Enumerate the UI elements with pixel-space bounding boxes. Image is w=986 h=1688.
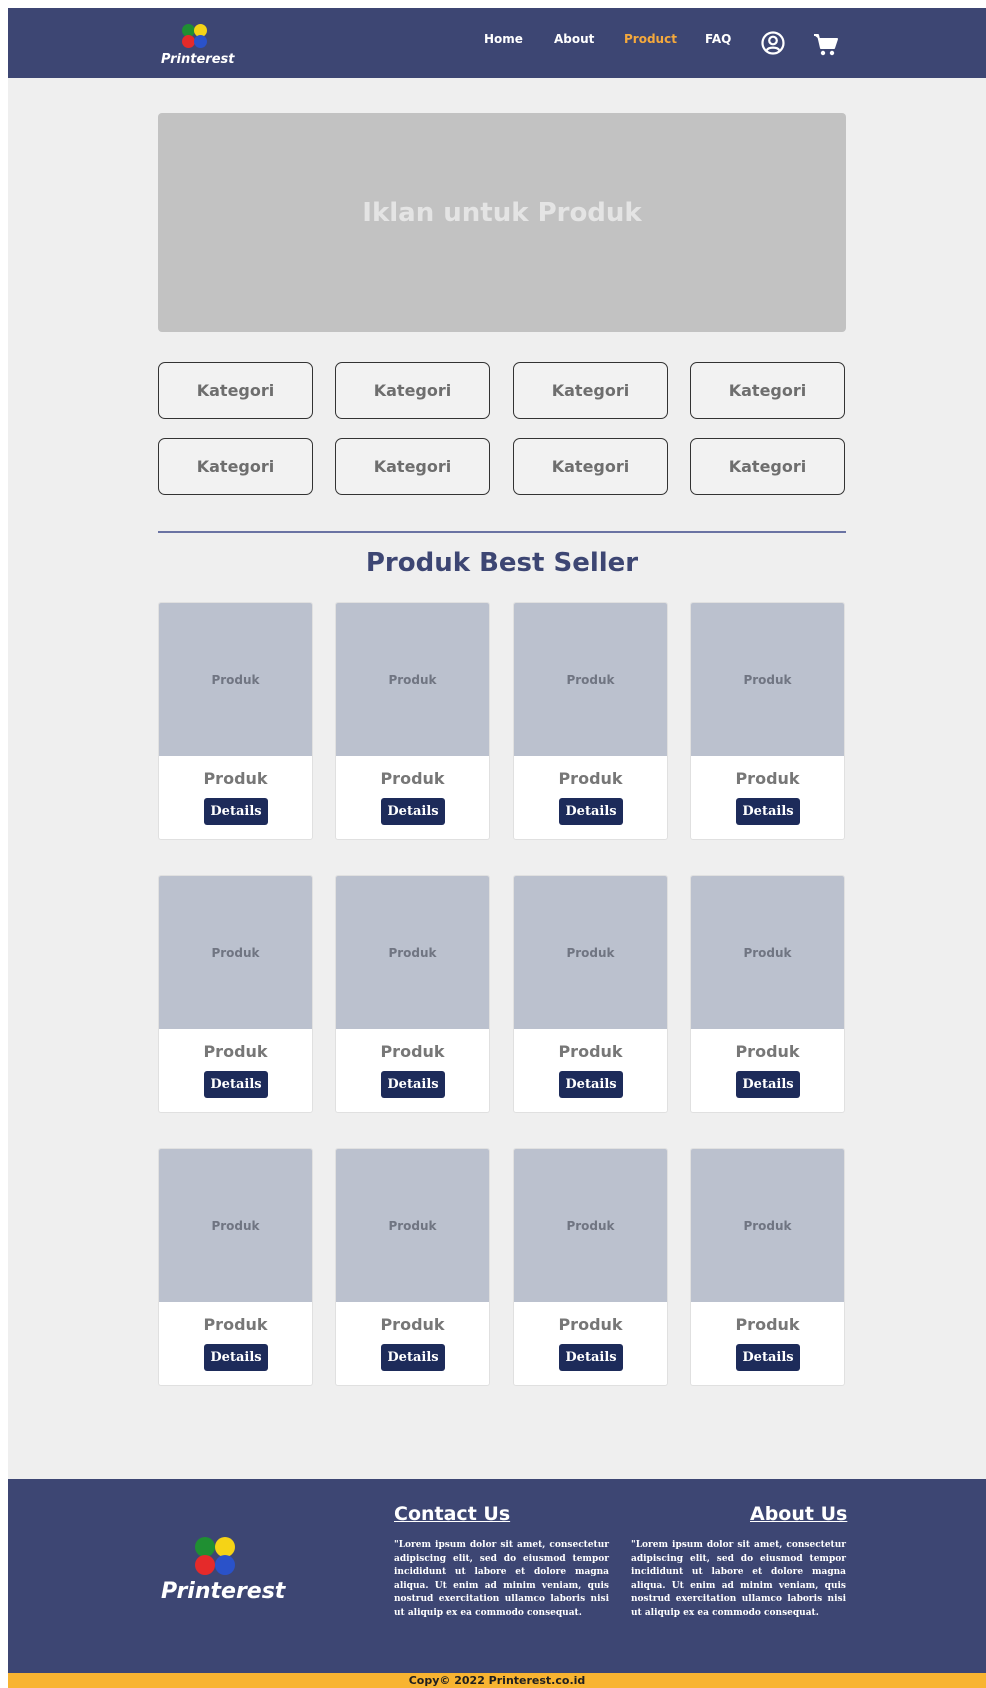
details-button[interactable]: Details (736, 1071, 800, 1098)
logo-dot-green (195, 1537, 215, 1557)
nav-link-about[interactable]: About (554, 32, 594, 46)
product-card: Produk Produk Details (335, 602, 490, 840)
ad-banner[interactable]: Iklan untuk Produk (158, 113, 846, 332)
footer: Printerest Contact Us "Lorem ipsum dolor… (8, 1479, 986, 1673)
product-name: Produk (380, 1042, 445, 1061)
details-button[interactable]: Details (736, 798, 800, 825)
details-button[interactable]: Details (381, 1071, 445, 1098)
cart-icon[interactable] (813, 32, 839, 58)
product-card: Produk Produk Details (158, 875, 313, 1113)
details-button[interactable]: Details (736, 1344, 800, 1371)
details-button[interactable]: Details (559, 1344, 623, 1371)
product-image[interactable]: Produk (514, 1149, 667, 1302)
category-button[interactable]: Kategori (158, 438, 313, 495)
product-card: Produk Produk Details (513, 1148, 668, 1386)
details-button[interactable]: Details (204, 798, 268, 825)
navbar: Printerest Home About Product FAQ (8, 8, 986, 78)
about-us-title[interactable]: About Us (750, 1503, 847, 1525)
product-image[interactable]: Produk (159, 1149, 312, 1302)
product-card: Produk Produk Details (690, 1148, 845, 1386)
category-button[interactable]: Kategori (335, 438, 490, 495)
nav-link-home[interactable]: Home (484, 32, 523, 46)
nav-link-product[interactable]: Product (624, 32, 677, 46)
details-button[interactable]: Details (559, 798, 623, 825)
category-button[interactable]: Kategori (690, 362, 845, 419)
details-button[interactable]: Details (381, 1344, 445, 1371)
logo-dot-blue (194, 35, 207, 48)
product-name: Produk (380, 1315, 445, 1334)
details-button[interactable]: Details (559, 1071, 623, 1098)
footer-logo[interactable]: Printerest (161, 1537, 285, 1607)
section-divider (158, 531, 846, 533)
product-name: Produk (203, 1315, 268, 1334)
product-card: Produk Produk Details (690, 875, 845, 1113)
product-image[interactable]: Produk (336, 876, 489, 1029)
product-card: Produk Produk Details (335, 1148, 490, 1386)
product-image[interactable]: Produk (691, 1149, 844, 1302)
product-image[interactable]: Produk (159, 876, 312, 1029)
category-button[interactable]: Kategori (513, 438, 668, 495)
logo-dot-red (195, 1555, 215, 1575)
product-name: Produk (558, 1315, 623, 1334)
contact-us-text: "Lorem ipsum dolor sit amet, consectetur… (394, 1540, 609, 1618)
about-us-text: "Lorem ipsum dolor sit amet, consectetur… (631, 1540, 846, 1618)
nav-link-faq[interactable]: FAQ (705, 32, 731, 46)
logo-dot-yellow (215, 1537, 235, 1557)
product-card: Produk Produk Details (513, 602, 668, 840)
ad-banner-text: Iklan untuk Produk (362, 197, 642, 228)
product-name: Produk (380, 769, 445, 788)
product-name: Produk (735, 1315, 800, 1334)
product-name: Produk (558, 1042, 623, 1061)
product-card: Produk Produk Details (158, 602, 313, 840)
brand-name: Printerest (161, 52, 235, 67)
footer-brand-name: Printerest (161, 1579, 286, 1604)
category-button[interactable]: Kategori (335, 362, 490, 419)
product-name: Produk (735, 769, 800, 788)
product-image[interactable]: Produk (159, 603, 312, 756)
user-circle-icon[interactable] (760, 30, 786, 56)
product-image[interactable]: Produk (691, 603, 844, 756)
category-button[interactable]: Kategori (158, 362, 313, 419)
logo-dot-blue (215, 1555, 235, 1575)
product-image[interactable]: Produk (514, 603, 667, 756)
product-image[interactable]: Produk (691, 876, 844, 1029)
page: Printerest Home About Product FAQ Iklan … (8, 8, 986, 1688)
category-button[interactable]: Kategori (690, 438, 845, 495)
details-button[interactable]: Details (204, 1344, 268, 1371)
category-button[interactable]: Kategori (513, 362, 668, 419)
product-card: Produk Produk Details (690, 602, 845, 840)
product-name: Produk (203, 769, 268, 788)
contact-us-title[interactable]: Contact Us (394, 1503, 510, 1525)
product-card: Produk Produk Details (158, 1148, 313, 1386)
product-card: Produk Produk Details (335, 875, 490, 1113)
product-card: Produk Produk Details (513, 875, 668, 1113)
details-button[interactable]: Details (381, 798, 445, 825)
product-name: Produk (735, 1042, 800, 1061)
details-button[interactable]: Details (204, 1071, 268, 1098)
brand-logo[interactable]: Printerest (161, 24, 234, 70)
product-name: Produk (203, 1042, 268, 1061)
product-image[interactable]: Produk (336, 1149, 489, 1302)
best-seller-title: Produk Best Seller (365, 548, 639, 578)
product-image[interactable]: Produk (336, 603, 489, 756)
product-name: Produk (558, 769, 623, 788)
product-image[interactable]: Produk (514, 876, 667, 1029)
copyright-bar: Copy© 2022 Printerest.co.id (8, 1673, 986, 1688)
